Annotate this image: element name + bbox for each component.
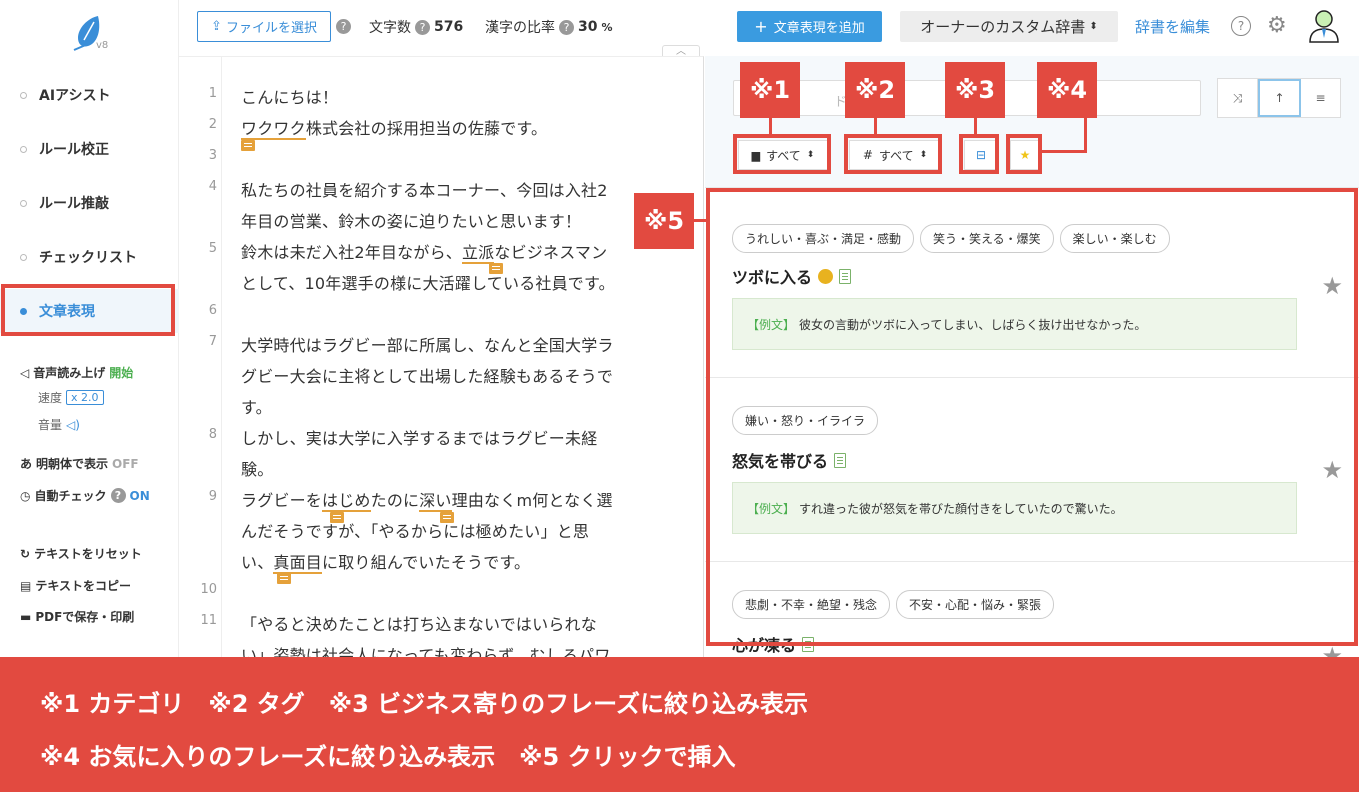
legend-line-1: ※1 カテゴリ ※2 タグ ※3 ビジネス寄りのフレーズに絞り込み表示 <box>40 690 808 718</box>
annotation-label-2: ※2 <box>845 62 905 118</box>
line-number: 5 <box>208 241 217 256</box>
annotation-connector <box>1040 150 1087 153</box>
text-line: す。 <box>241 398 272 417</box>
line-number: 2 <box>208 117 217 132</box>
text-line: 鈴木は未だ入社2年目ながら、立派なビジネスマン <box>241 243 608 264</box>
gear-icon[interactable]: ⚙ <box>1267 14 1287 38</box>
text-line: 大学時代はラグビー部に所属し、なんと全国大学ラ <box>241 336 614 355</box>
volume-icon[interactable]: ◁) <box>66 418 80 432</box>
line-number: 3 <box>208 148 217 163</box>
text-line: ワクワク株式会社の採用担当の佐藤です。 <box>241 119 548 140</box>
nav-rule-proofread[interactable]: ルール校正 <box>0 127 179 171</box>
line-number: 11 <box>200 613 217 628</box>
tts-start-link[interactable]: 開始 <box>109 364 133 381</box>
line-number-gutter: 1 2 3 4 5 6 7 8 9 10 11 <box>179 57 222 660</box>
tts-row: ◁ 音声読み上げ 開始 <box>20 364 134 381</box>
annotation-label-1: ※1 <box>740 62 800 118</box>
timer-icon: ◷ <box>20 488 31 503</box>
annotation-box-2 <box>844 134 942 174</box>
add-expression-button[interactable]: + 文章表現を追加 <box>737 11 882 42</box>
text-line: こんにちは！ <box>241 88 339 107</box>
top-toolbar: ⇪ ファイルを選択 ? 文字数 ? 576 漢字の比率 ? 30% + 文章表現… <box>179 0 1359 56</box>
edit-dictionary-link[interactable]: 辞書を編集 <box>1135 16 1210 37</box>
version-label: v8 <box>96 40 109 51</box>
speaker-icon: ◁ <box>20 365 30 380</box>
text-line: んだそうですが、「やるからには極めたい」と思 <box>241 522 590 541</box>
flagged-word[interactable]: 真面目 <box>273 553 323 574</box>
sort-button-group: ⤨ ↑ ≡ <box>1217 78 1341 118</box>
text-line: グビー大会に主将として出場した経験もあるそうで <box>241 367 614 386</box>
font-icon: あ <box>20 457 33 471</box>
pdf-print-button[interactable]: ▬ PDFで保存・印刷 <box>20 608 134 625</box>
legend-line-2: ※4 お気に入りのフレーズに絞り込み表示 ※5 クリックで挿入 <box>40 743 736 771</box>
text-editor[interactable]: 1 2 3 4 5 6 7 8 9 10 11 こんにちは！ ワクワク株式会社の… <box>179 56 704 660</box>
line-number: 6 <box>208 303 217 318</box>
legend-banner: ※1 カテゴリ ※2 タグ ※3 ビジネス寄りのフレーズに絞り込み表示 ※4 お… <box>0 657 1359 792</box>
reset-icon: ↻ <box>20 546 31 561</box>
flagged-word[interactable]: 立派 <box>461 243 495 264</box>
shuffle-icon[interactable]: ⤨ <box>1218 79 1258 117</box>
line-number: 10 <box>200 582 217 597</box>
bullet-icon <box>20 199 27 207</box>
flagged-word[interactable]: ワクワク <box>241 119 306 140</box>
line-number: 8 <box>208 427 217 442</box>
mincho-toggle[interactable]: あ 明朝体で表示 OFF <box>20 455 139 472</box>
text-line: 験。 <box>241 460 274 479</box>
text-line: として、10年選手の様に大活躍している社員です。 <box>241 274 615 293</box>
highlight-frame <box>1 284 175 336</box>
text-line: 年目の営業、鈴木の姿に迫りたいと思います！ <box>241 212 582 231</box>
text-line: しかし、実は大学に入学するまではラグビー未経 <box>241 429 598 448</box>
help-icon[interactable]: ? <box>1231 16 1251 36</box>
copy-icon: ▤ <box>20 578 32 593</box>
avatar[interactable] <box>1306 8 1342 44</box>
annotation-label-3: ※3 <box>945 62 1005 118</box>
sort-asc-icon[interactable]: ↑ <box>1258 79 1301 117</box>
line-number: 4 <box>208 179 217 194</box>
annotation-label-5: ※5 <box>634 193 694 249</box>
kanji-ratio: 漢字の比率 ? 30% <box>485 19 613 36</box>
speed-select[interactable]: x 2.0 <box>66 390 104 405</box>
nav-rule-refine[interactable]: ルール推敲 <box>0 181 179 225</box>
file-select-button[interactable]: ⇪ ファイルを選択 <box>197 11 331 42</box>
annotation-box-4 <box>1006 134 1042 174</box>
line-number: 7 <box>208 334 217 349</box>
help-icon[interactable]: ? <box>415 19 430 35</box>
text-line: ラグビーをはじめたのに深い理由なくm何となく選 <box>241 491 613 512</box>
text-line: 「やると決めたことは打ち込まないではいられな <box>241 615 597 634</box>
replace-marker-icon[interactable] <box>241 140 255 151</box>
sort-lines-icon[interactable]: ≡ <box>1301 79 1340 117</box>
volume-row: 音量 ◁) <box>38 417 80 433</box>
copy-text-button[interactable]: ▤ テキストをコピー <box>20 577 131 594</box>
line-number: 1 <box>208 86 217 101</box>
bullet-icon <box>20 253 27 261</box>
bullet-icon <box>20 145 27 153</box>
char-count: 文字数 ? 576 <box>369 19 464 36</box>
nav-ai-assist[interactable]: AIアシスト <box>0 73 179 117</box>
dictionary-select[interactable]: オーナーのカスタム辞書 ⬍ <box>900 11 1118 42</box>
text-line: 私たちの社員を紹介する本コーナー、今回は入社2 <box>241 181 608 200</box>
upload-icon: ⇪ <box>211 19 222 34</box>
line-number: 9 <box>208 489 217 504</box>
printer-icon: ▬ <box>20 609 32 624</box>
annotation-box-3 <box>959 134 999 174</box>
annotation-label-4: ※4 <box>1037 62 1097 118</box>
reset-text-button[interactable]: ↻ テキストをリセット <box>20 545 142 562</box>
auto-check-toggle[interactable]: ◷ 自動チェック ? ON <box>20 487 150 504</box>
speed-row: 速度 x 2.0 <box>38 389 104 406</box>
annotation-connector <box>1084 118 1087 152</box>
annotation-box-1 <box>733 134 831 174</box>
text-line: い、真面目に取り組んでいたそうです。 <box>241 553 531 574</box>
plus-icon: + <box>754 17 768 36</box>
annotation-box-5 <box>706 188 1358 646</box>
help-icon[interactable]: ? <box>559 19 574 35</box>
nav-checklist[interactable]: チェックリスト <box>0 235 179 279</box>
updown-icon: ⬍ <box>1089 21 1098 32</box>
bullet-icon <box>20 91 27 99</box>
help-icon[interactable]: ? <box>336 19 351 34</box>
flagged-word[interactable]: 深い <box>419 491 452 512</box>
replace-marker-icon[interactable] <box>277 573 291 584</box>
flagged-word[interactable]: はじめ <box>322 491 371 512</box>
help-icon[interactable]: ? <box>110 488 126 503</box>
